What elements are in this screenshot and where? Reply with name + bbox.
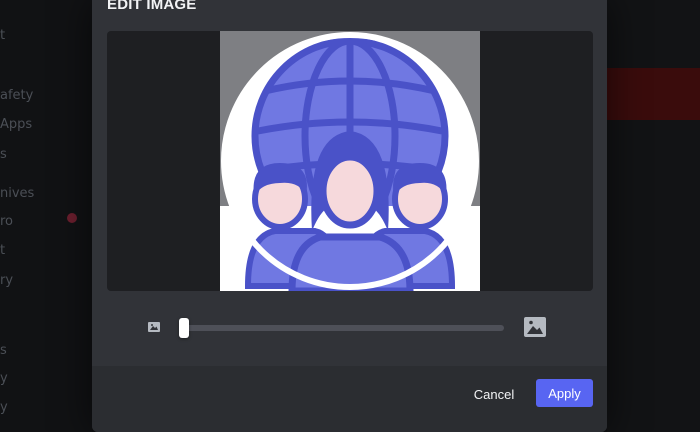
sidebar-item: afety — [0, 88, 34, 103]
edit-image-modal: EDIT IMAGE Cancel Apply — [92, 0, 607, 432]
background-content — [607, 0, 700, 432]
apply-button[interactable]: Apply — [536, 379, 593, 407]
image-crop-area[interactable] — [107, 31, 593, 291]
image-large-icon — [524, 317, 546, 337]
sidebar-item: ry — [0, 273, 14, 288]
avatar-image — [220, 32, 480, 291]
zoom-slider-track[interactable] — [179, 318, 504, 338]
sidebar-item: ro — [0, 214, 14, 229]
image-preview[interactable] — [220, 31, 480, 291]
sidebar-item: nives — [0, 186, 35, 201]
zoom-slider-row — [147, 312, 555, 342]
sidebar-item: y — [0, 371, 8, 386]
sidebar-item: Apps — [0, 117, 33, 132]
sidebar-item: t — [0, 28, 6, 43]
background-danger-banner — [607, 68, 700, 120]
sidebar-item: y — [0, 400, 8, 415]
sidebar-item: t — [0, 243, 6, 258]
image-small-icon — [148, 322, 160, 332]
background-sidebar: t afety Apps s nives ro t ry s y y — [0, 0, 92, 432]
modal-title: EDIT IMAGE — [107, 0, 197, 13]
sidebar-item: s — [0, 343, 7, 358]
cancel-button[interactable]: Cancel — [462, 379, 526, 409]
notification-dot — [67, 213, 77, 223]
modal-footer: Cancel Apply — [92, 366, 607, 432]
zoom-slider-thumb[interactable] — [179, 318, 189, 338]
sidebar-item: s — [0, 147, 7, 162]
